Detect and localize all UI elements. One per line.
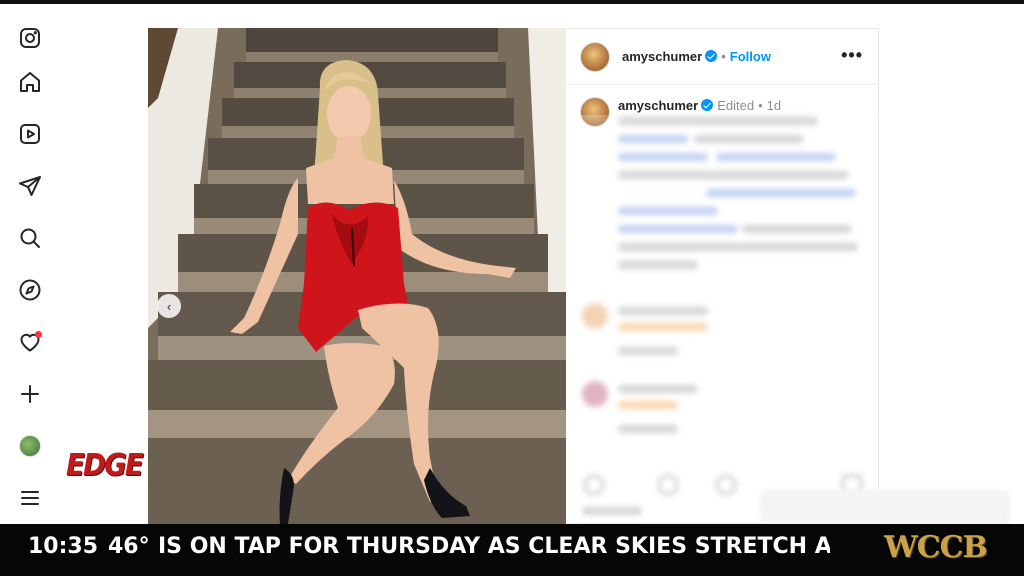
- post-header-username-row: amyschumer • Follow: [622, 49, 771, 64]
- reels-icon[interactable]: [14, 118, 46, 150]
- create-icon[interactable]: [14, 378, 46, 410]
- caption-username[interactable]: amyschumer: [618, 98, 698, 113]
- carousel-prev-button[interactable]: ‹: [157, 294, 181, 318]
- instagram-logo-icon[interactable]: [14, 22, 46, 54]
- station-logo: WCCB: [884, 530, 988, 565]
- caption-header: amyschumer Edited • 1d: [618, 98, 781, 113]
- staircase-photo: [148, 28, 566, 524]
- post-header: amyschumer • Follow •••: [566, 29, 879, 85]
- more-menu-icon[interactable]: [14, 482, 46, 514]
- follow-button[interactable]: Follow: [730, 49, 771, 64]
- top-border: [0, 0, 1024, 4]
- avatar[interactable]: [580, 42, 610, 72]
- search-icon[interactable]: [14, 222, 46, 254]
- verified-badge-icon: [701, 99, 714, 111]
- post-age: 1d: [766, 98, 782, 113]
- edge-logo: EDGE: [66, 448, 144, 483]
- messages-icon[interactable]: [14, 170, 46, 202]
- verified-badge-icon: [705, 50, 718, 62]
- explore-icon[interactable]: [14, 274, 46, 306]
- profile-avatar[interactable]: [14, 430, 46, 462]
- blur-overlay: [566, 115, 879, 525]
- separator-dot: •: [721, 49, 726, 64]
- ticker-temperature: 46°: [108, 534, 150, 559]
- news-ticker: 10:35 46° IS ON TAP FOR THURSDAY AS CLEA…: [0, 524, 1024, 576]
- ticker-time: 10:35: [28, 534, 99, 559]
- post-details-panel: amyschumer • Follow ••• amyschumer Edited • 1…: [566, 28, 879, 525]
- sidebar-nav: [0, 4, 60, 524]
- blurred-message-box: [760, 490, 1010, 524]
- username-link[interactable]: amyschumer: [622, 49, 702, 64]
- avatar: [19, 435, 41, 457]
- edited-label: Edited: [717, 98, 755, 113]
- separator-dot: •: [758, 98, 763, 113]
- ticker-text: IS ON TAP FOR THURSDAY AS CLEAR SKIES ST…: [158, 534, 830, 559]
- more-options-icon[interactable]: •••: [841, 45, 863, 66]
- notifications-icon[interactable]: [14, 326, 46, 358]
- notification-badge: [35, 331, 42, 338]
- post-photo[interactable]: [148, 28, 566, 524]
- home-icon[interactable]: [14, 66, 46, 98]
